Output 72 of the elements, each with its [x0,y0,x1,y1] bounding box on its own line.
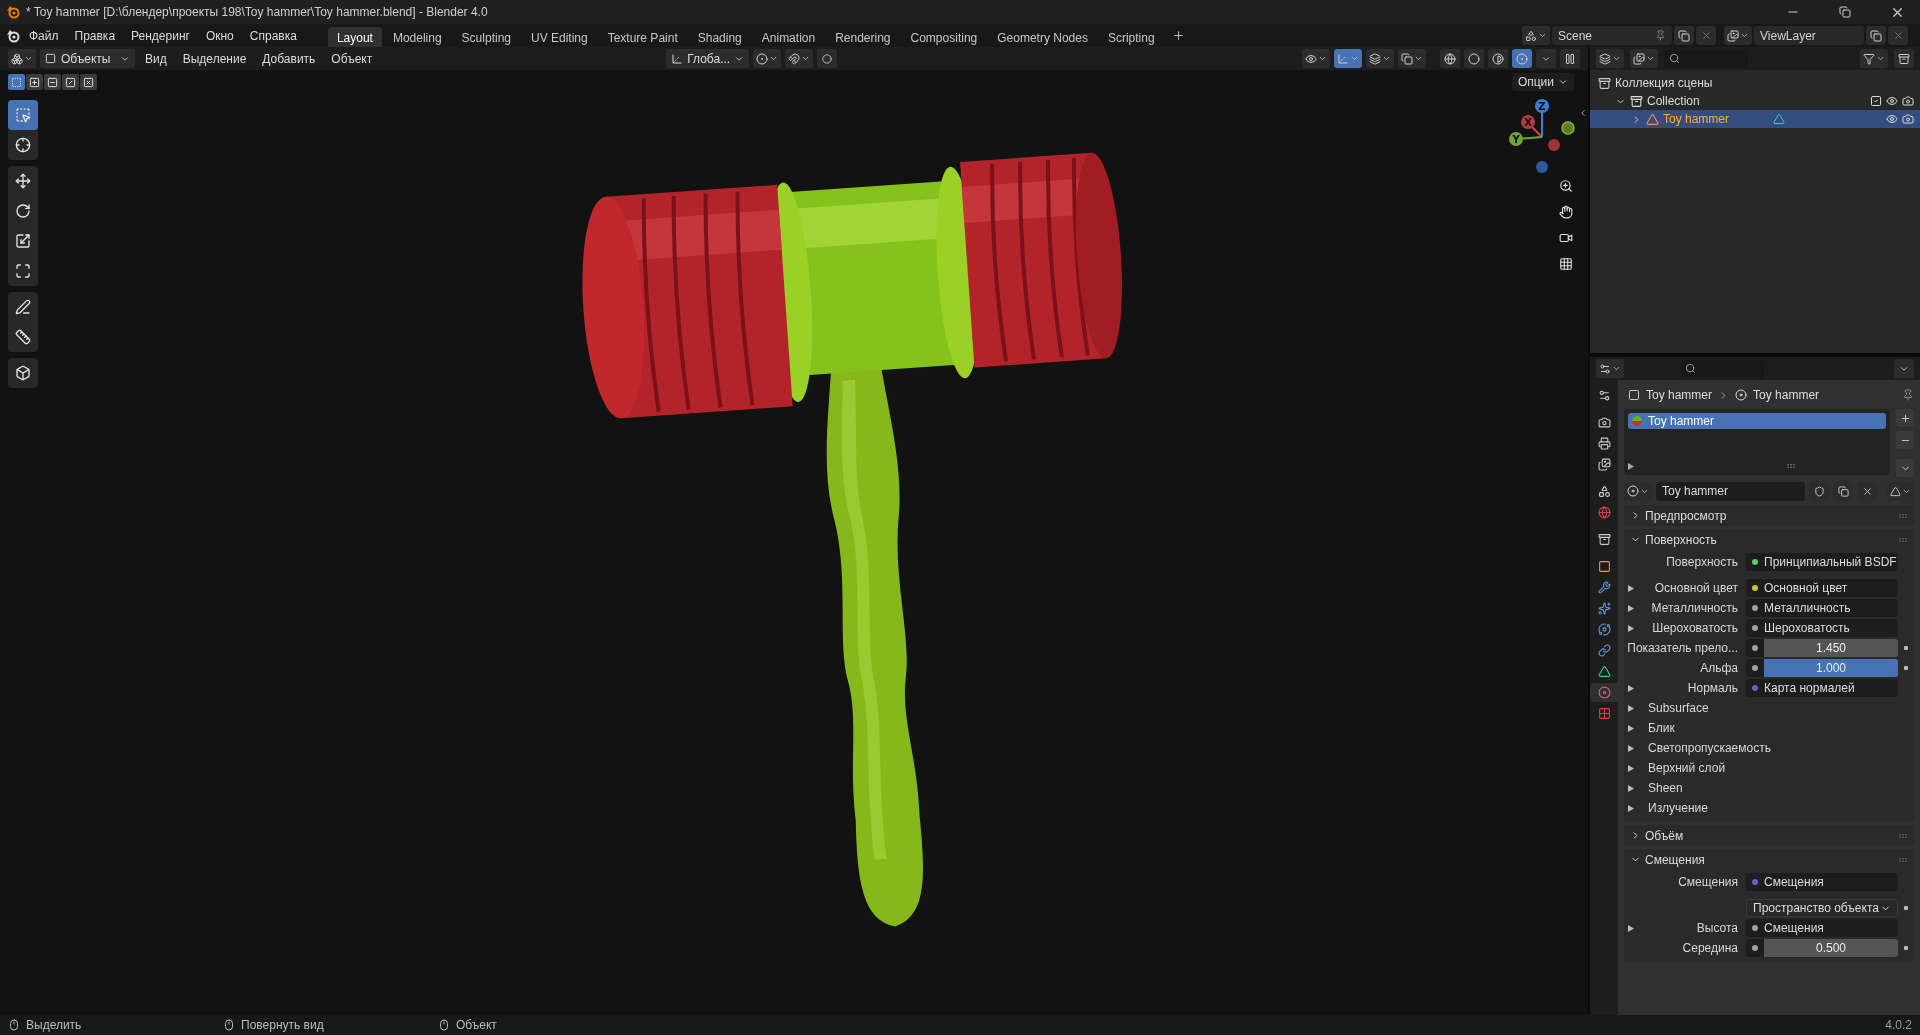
menu-item[interactable]: Добавить [256,49,322,68]
panel-header[interactable]: Смещения [1624,849,1914,870]
mode-dropdown[interactable]: Объекты [40,49,135,68]
socket-link-field[interactable]: Металличность [1746,599,1898,617]
workspace-tab[interactable]: Shading [688,27,751,47]
material-name-field[interactable]: Toy hammer [1656,481,1805,501]
workspace-tab[interactable]: Geometry Nodes [988,27,1097,47]
workspace-tab[interactable]: Scripting [1098,27,1164,47]
slider-field[interactable]: 1.000 [1764,659,1898,677]
menu-item[interactable]: Вид [139,49,173,68]
menu-item[interactable]: Справка [242,25,304,46]
outliner-row[interactable]: Collection [1590,92,1920,110]
subpanel-label[interactable]: Subsurface [1644,701,1898,715]
navigation-gizmo[interactable]: Z X Y [1504,97,1582,177]
menu-item[interactable]: Файл [22,25,66,46]
view-layer-field[interactable]: ViewLayer [1754,26,1864,45]
number-field[interactable]: 1.450 [1764,639,1898,657]
socket-link-field[interactable]: Шероховатость [1746,619,1898,637]
property-label: Альфа [1699,661,1739,675]
socket-link-field[interactable]: Карта нормалей [1746,679,1898,697]
property-label: Высота [1695,921,1739,935]
workspace-tab[interactable]: Rendering [826,27,900,47]
workspace-tab[interactable]: Sculpting [452,27,520,47]
subpanel-label[interactable]: Блик [1644,721,1898,735]
breadcrumb-item: Toy hammer [1753,388,1820,402]
workspace-tab[interactable]: Compositing [901,27,987,47]
socket-link-field[interactable]: Смещения [1746,919,1898,937]
subpanel-label[interactable]: Излучение [1644,801,1898,815]
version-label: 4.0.2 [1885,1018,1912,1032]
outliner-label: Toy hammer [1663,112,1730,126]
subpanel-label[interactable]: Верхний слой [1644,761,1898,775]
menu-item[interactable]: Правка [67,25,123,46]
property-label: Середина [1681,941,1739,955]
property-label: Металличность [1650,601,1739,615]
workspace-tab[interactable]: Layout [327,27,382,47]
window-title: * Toy hammer [D:\блендер\проекты 198\Toy hammer\Toy hammer.blend] - Blender 4.0 [26,5,488,19]
subpanel-label[interactable]: Sheen [1644,781,1898,795]
panel-header[interactable]: Поверхность [1624,529,1914,550]
socket-link-field[interactable]: Принципиальный BSDF [1746,553,1898,571]
options-dropdown[interactable]: Опции [1511,73,1574,91]
outliner-row[interactable]: Коллекция сцены [1590,74,1920,92]
scene-field[interactable]: Scene [1552,26,1672,45]
menu-item[interactable]: Окно [198,25,241,46]
property-label: Шероховатость [1651,621,1739,635]
dropdown[interactable]: Пространство объекта [1746,899,1898,917]
menu-item[interactable]: Объект [325,49,379,68]
socket-link-field[interactable]: Смещения [1746,873,1898,891]
status-hint: Выделить [26,1018,82,1032]
outliner-label: Коллекция сцены [1615,76,1713,90]
property-label: Смещения [1677,875,1739,889]
outliner-label: Collection [1647,94,1700,108]
property-label: Поверхность [1665,555,1739,569]
outliner-row[interactable]: Toy hammer [1590,110,1920,128]
workspace-tab[interactable]: UV Editing [522,27,597,47]
breadcrumb-item: Toy hammer [1646,388,1713,402]
orientation-dropdown[interactable]: Глоба... [666,49,750,68]
material-slot[interactable]: Toy hammer [1628,413,1886,429]
menu-item[interactable]: Рендеринг [124,25,197,46]
status-hint: Объект [456,1018,497,1032]
workspace-tab[interactable]: Animation [752,27,825,47]
property-label: Нормаль [1686,681,1739,695]
panel-header[interactable]: Объём [1624,825,1914,846]
socket-link-field[interactable]: Основной цвет [1746,579,1898,597]
status-hint: Повернуть вид [241,1018,324,1032]
property-label: Основной цвет [1653,581,1739,595]
panel-header[interactable]: Предпросмотр [1624,505,1914,526]
menu-item[interactable]: Выделение [176,49,253,68]
number-field[interactable]: 0.500 [1764,939,1898,957]
subpanel-label[interactable]: Светопропускаемость [1644,741,1898,755]
property-label: Показатель прело... [1626,641,1739,655]
workspace-tab[interactable]: Modeling [383,27,451,47]
workspace-tab[interactable]: Texture Paint [598,27,687,47]
